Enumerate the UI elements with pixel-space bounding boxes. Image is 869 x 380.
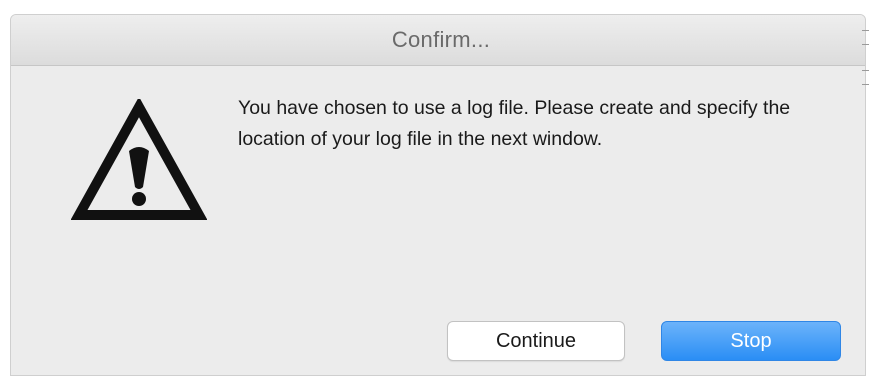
background-window-edge <box>862 84 869 85</box>
confirm-dialog: Confirm... You have chosen to use a log … <box>10 14 866 376</box>
dialog-message: You have chosen to use a log file. Pleas… <box>238 97 791 150</box>
warning-triangle-icon <box>71 99 207 220</box>
continue-button[interactable]: Continue <box>447 321 625 361</box>
stop-button[interactable]: Stop <box>661 321 841 361</box>
dialog-title: Confirm... <box>391 27 491 52</box>
background-window-edge <box>862 44 869 45</box>
background-window-edge <box>862 30 869 31</box>
dialog-titlebar[interactable]: Confirm... <box>11 15 865 66</box>
background-window-edge <box>862 70 869 71</box>
